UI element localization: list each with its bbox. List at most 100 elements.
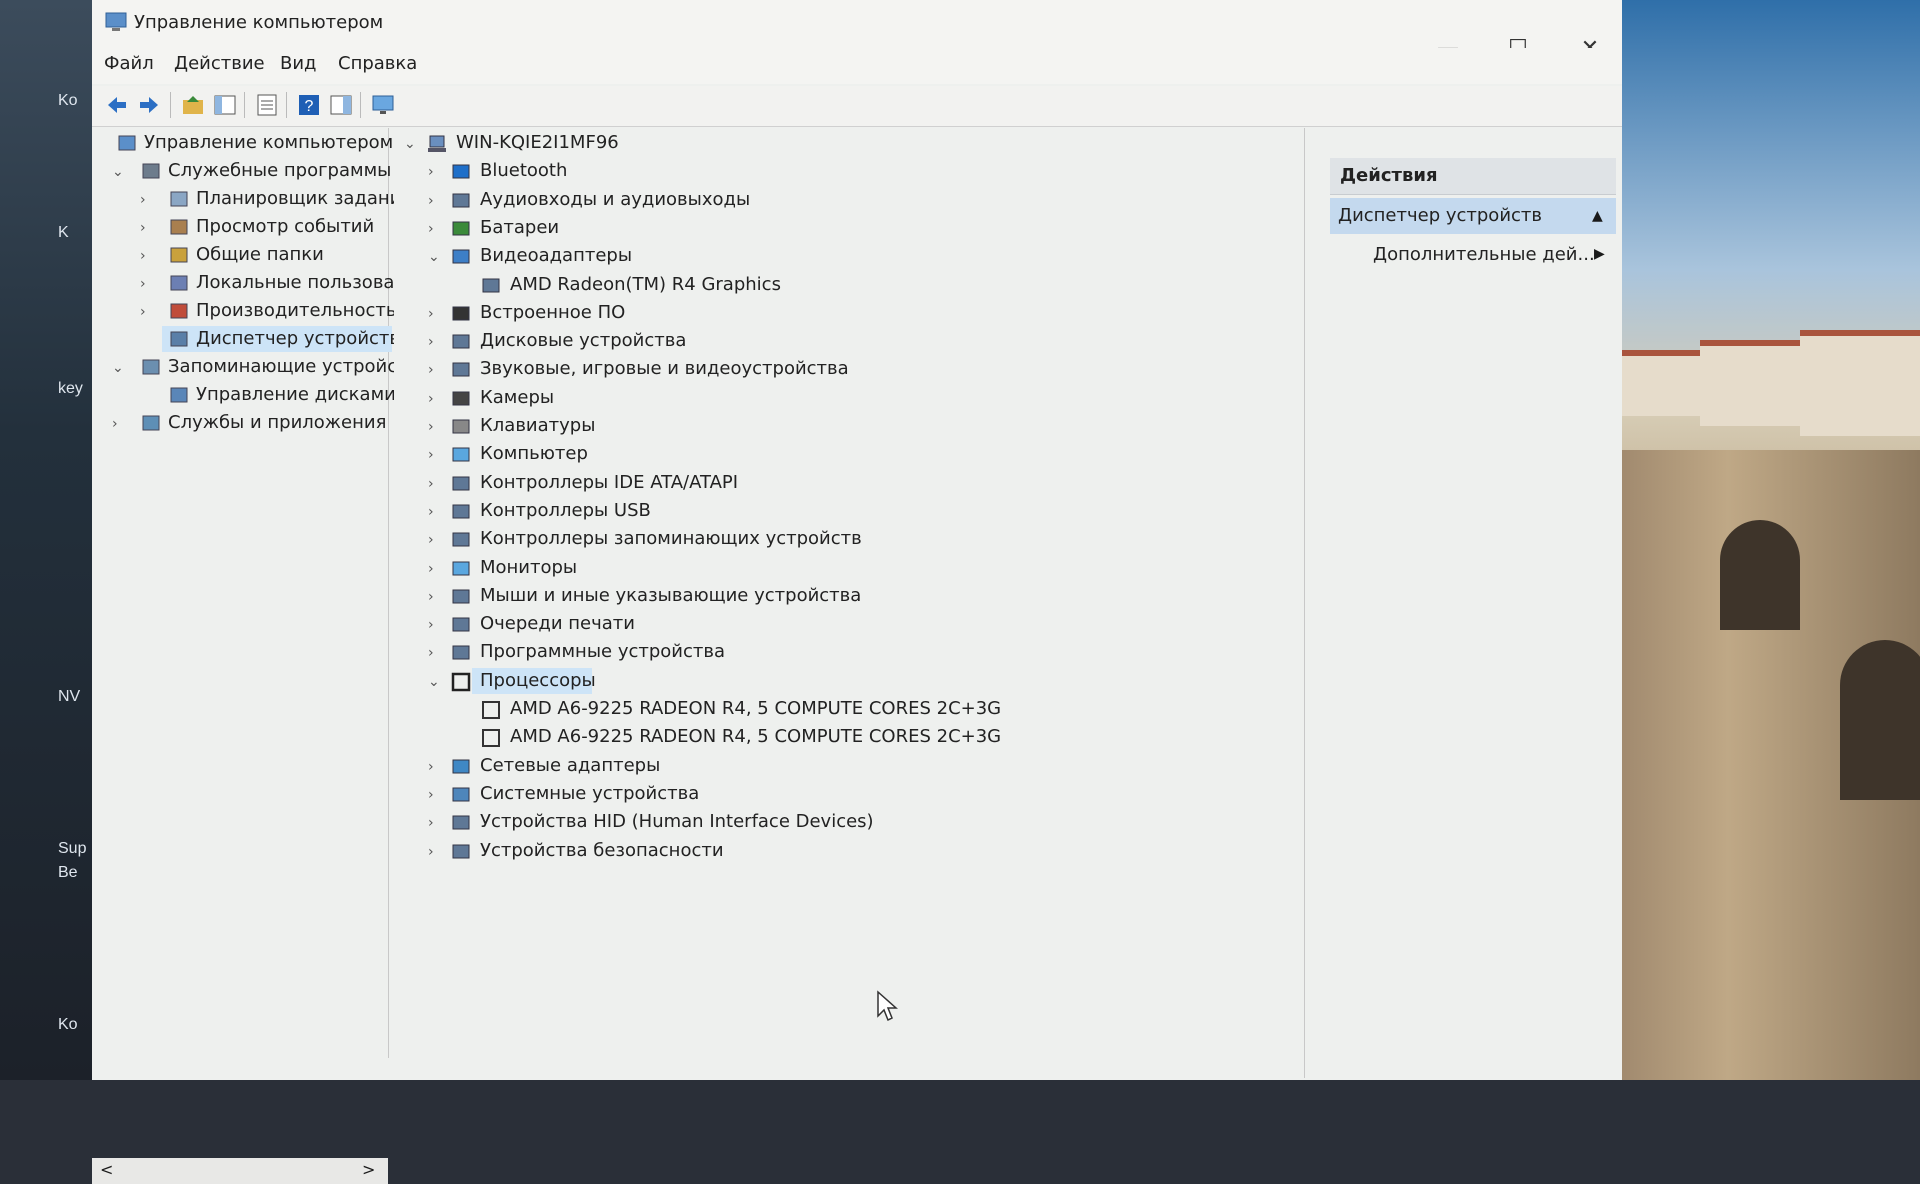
device-tree-item[interactable]: Контроллеры запоминающих устройств xyxy=(480,528,862,549)
desktop-icon-label[interactable]: Ko xyxy=(58,1016,90,1034)
expand-chevron-icon[interactable]: › xyxy=(428,419,434,435)
nav-tree-item[interactable]: Общие папки xyxy=(196,244,324,265)
expand-chevron-icon[interactable]: › xyxy=(428,815,434,831)
desktop-icon-label[interactable]: key xyxy=(58,380,90,398)
collapse-chevron-icon[interactable]: ⌄ xyxy=(428,249,440,265)
tree-node-icon xyxy=(170,247,188,263)
back-arrow-icon[interactable] xyxy=(104,92,130,118)
device-tree-item[interactable]: Мыши и иные указывающие устройства xyxy=(480,585,861,606)
device-tree-item[interactable]: Устройства безопасности xyxy=(480,840,724,861)
action-pane-icon[interactable] xyxy=(328,92,354,118)
device-tree-pane: ⌄ WIN-KQIE2I1MF96 › Bluetooth › Аудиовходы и … xyxy=(394,128,1305,1078)
device-tree-item[interactable]: Батареи xyxy=(480,217,559,238)
expand-chevron-icon[interactable]: › xyxy=(428,476,434,492)
device-tree-item[interactable]: Контроллеры IDE ATA/ATAPI xyxy=(480,472,738,493)
show-hide-tree-icon[interactable] xyxy=(212,92,238,118)
nav-tree-item[interactable]: Планировщик заданий xyxy=(196,188,413,209)
device-tree-item[interactable]: Звуковые, игровые и видеоустройства xyxy=(480,358,849,379)
expand-chevron-icon[interactable]: › xyxy=(112,416,118,432)
device-tree-root[interactable]: WIN-KQIE2I1MF96 xyxy=(456,132,619,153)
nav-tree-item[interactable]: Управление дисками xyxy=(196,384,396,405)
expand-chevron-icon[interactable]: › xyxy=(428,391,434,407)
collapse-chevron-icon[interactable]: ⌄ xyxy=(428,674,440,690)
properties-icon[interactable] xyxy=(254,92,280,118)
device-tree-item[interactable]: Компьютер xyxy=(480,443,588,464)
collapse-arrow-icon[interactable]: ▲ xyxy=(1592,208,1603,224)
device-tree-item[interactable]: Системные устройства xyxy=(480,783,699,804)
desktop-icon-label[interactable]: Ko xyxy=(58,92,90,110)
device-category-icon xyxy=(452,306,470,321)
help-icon[interactable]: ? xyxy=(296,92,322,118)
nav-tree-item[interactable]: Производительность xyxy=(196,300,396,321)
desktop-icon-label[interactable]: Sup xyxy=(58,840,90,858)
expand-chevron-icon[interactable]: › xyxy=(428,334,434,350)
device-tree-item[interactable]: Bluetooth xyxy=(480,160,567,181)
expand-chevron-icon[interactable]: › xyxy=(428,447,434,463)
nav-tree-item[interactable]: Локальные пользовате xyxy=(196,272,416,293)
nav-tree-item[interactable]: Диспетчер устройств xyxy=(196,328,400,349)
nav-tree-item[interactable]: Службы и приложения xyxy=(168,412,386,433)
monitor-icon[interactable] xyxy=(370,92,396,118)
expand-chevron-icon[interactable]: › xyxy=(428,787,434,803)
device-tree-item[interactable]: Встроенное ПО xyxy=(480,302,625,323)
nav-tree-item[interactable]: Служебные программы xyxy=(168,160,391,181)
device-tree-item[interactable]: Процессоры xyxy=(480,670,596,691)
expand-chevron-icon[interactable]: › xyxy=(428,759,434,775)
expand-chevron-icon[interactable]: › xyxy=(140,192,146,208)
device-tree-item[interactable]: AMD A6-9225 RADEON R4, 5 COMPUTE CORES 2… xyxy=(510,726,1001,747)
expand-chevron-icon[interactable]: › xyxy=(140,304,146,320)
collapse-chevron-icon[interactable]: ⌄ xyxy=(112,360,124,376)
expand-chevron-icon[interactable]: › xyxy=(428,532,434,548)
wallpaper-building xyxy=(1620,350,1700,416)
collapse-chevron-icon[interactable]: ⌄ xyxy=(112,164,124,180)
device-tree-item[interactable]: Дисковые устройства xyxy=(480,330,686,351)
expand-chevron-icon[interactable]: › xyxy=(140,276,146,292)
expand-chevron-icon[interactable]: › xyxy=(428,561,434,577)
expand-chevron-icon[interactable]: › xyxy=(140,248,146,264)
collapse-chevron-icon[interactable]: ⌄ xyxy=(404,136,416,152)
device-tree-item[interactable]: AMD A6-9225 RADEON R4, 5 COMPUTE CORES 2… xyxy=(510,698,1001,719)
expand-chevron-icon[interactable]: › xyxy=(428,589,434,605)
device-tree-item[interactable]: Программные устройства xyxy=(480,641,725,662)
nav-tree-item[interactable]: Просмотр событий xyxy=(196,216,374,237)
device-tree-item[interactable]: Камеры xyxy=(480,387,554,408)
device-tree-item[interactable]: Устройства HID (Human Interface Devices) xyxy=(480,811,874,832)
menu-view[interactable]: Вид xyxy=(280,53,317,74)
forward-arrow-icon[interactable] xyxy=(136,92,162,118)
device-tree-item[interactable]: Клавиатуры xyxy=(480,415,595,436)
desktop-icon-label[interactable]: K xyxy=(58,224,90,242)
expand-chevron-icon[interactable]: › xyxy=(428,362,434,378)
expand-chevron-icon[interactable]: › xyxy=(140,220,146,236)
nav-tree-item[interactable]: Управление компьютером (л xyxy=(144,132,417,153)
device-tree-item[interactable]: Видеоадаптеры xyxy=(480,245,632,266)
device-tree-item[interactable]: AMD Radeon(TM) R4 Graphics xyxy=(510,274,781,295)
expand-chevron-icon[interactable]: › xyxy=(428,645,434,661)
more-actions-item[interactable]: Дополнительные дей... xyxy=(1373,244,1595,265)
computer-management-icon xyxy=(105,12,127,31)
folder-up-icon[interactable] xyxy=(180,92,206,118)
device-tree-item[interactable]: Мониторы xyxy=(480,557,577,578)
menu-action[interactable]: Действие xyxy=(174,53,265,74)
device-tree-item[interactable]: Аудиовходы и аудиовыходы xyxy=(480,189,750,210)
scroll-left-arrow[interactable]: < xyxy=(100,1160,113,1179)
expand-chevron-icon[interactable]: › xyxy=(428,504,434,520)
device-category-icon xyxy=(452,815,470,830)
device-tree-item[interactable]: Контроллеры USB xyxy=(480,500,651,521)
device-tree-item[interactable]: Очереди печати xyxy=(480,613,635,634)
menu-file[interactable]: Файл xyxy=(104,53,154,74)
expand-chevron-icon[interactable]: › xyxy=(428,617,434,633)
scroll-right-arrow[interactable]: > xyxy=(362,1160,375,1179)
device-tree-item[interactable]: Сетевые адаптеры xyxy=(480,755,660,776)
expand-chevron-icon[interactable]: › xyxy=(428,164,434,180)
expand-chevron-icon[interactable]: › xyxy=(428,844,434,860)
desktop-icon-label[interactable]: NV xyxy=(58,688,90,706)
menu-help[interactable]: Справка xyxy=(338,53,417,74)
submenu-arrow-icon[interactable]: ▶ xyxy=(1594,246,1605,262)
horizontal-scrollbar[interactable]: < > xyxy=(92,1158,388,1184)
device-category-icon xyxy=(452,419,470,434)
expand-chevron-icon[interactable]: › xyxy=(428,306,434,322)
expand-chevron-icon[interactable]: › xyxy=(428,221,434,237)
expand-chevron-icon[interactable]: › xyxy=(428,193,434,209)
nav-tree-item[interactable]: Запоминающие устройст xyxy=(168,356,408,377)
desktop-icon-label[interactable]: Be xyxy=(58,864,90,882)
